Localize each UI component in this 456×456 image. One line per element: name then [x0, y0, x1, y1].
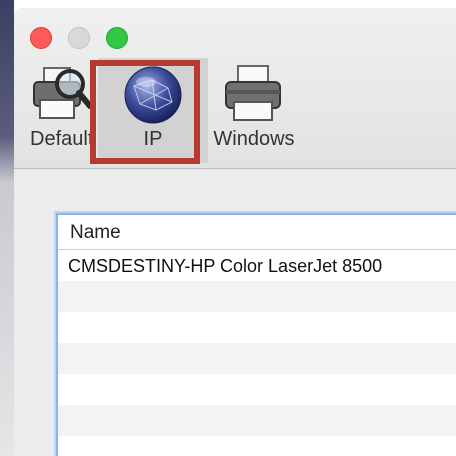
- column-header-label: Name: [70, 222, 121, 243]
- minimize-button[interactable]: [68, 27, 90, 49]
- list-header-name[interactable]: Name: [58, 215, 456, 250]
- table-row[interactable]: [58, 374, 456, 405]
- printer-name: CMSDESTINY-HP Color LaserJet 8500: [68, 256, 383, 276]
- titlebar: Default IP Windows: [14, 8, 456, 169]
- toolbar-windows-button[interactable]: Windows: [204, 58, 304, 163]
- printer-icon: [225, 65, 281, 121]
- printer-list[interactable]: Name CMSDESTINY-HP Color LaserJet 8500: [56, 213, 456, 456]
- close-button[interactable]: [30, 27, 52, 49]
- table-row[interactable]: [58, 281, 456, 312]
- zoom-button[interactable]: [106, 27, 128, 49]
- printer-search-icon: [33, 67, 92, 119]
- content-area: Name CMSDESTINY-HP Color LaserJet 8500: [14, 169, 456, 456]
- add-printer-window: Default IP Windows Name CMSDESTINY-HP Co…: [14, 8, 456, 456]
- highlight-box: [90, 60, 200, 164]
- table-row[interactable]: [58, 343, 456, 374]
- desktop-background: [0, 0, 14, 456]
- table-row[interactable]: [58, 405, 456, 436]
- table-row[interactable]: CMSDESTINY-HP Color LaserJet 8500: [58, 250, 456, 281]
- table-row[interactable]: [58, 436, 456, 456]
- toolbar-windows-label: Windows: [213, 128, 295, 150]
- table-row[interactable]: [58, 312, 456, 343]
